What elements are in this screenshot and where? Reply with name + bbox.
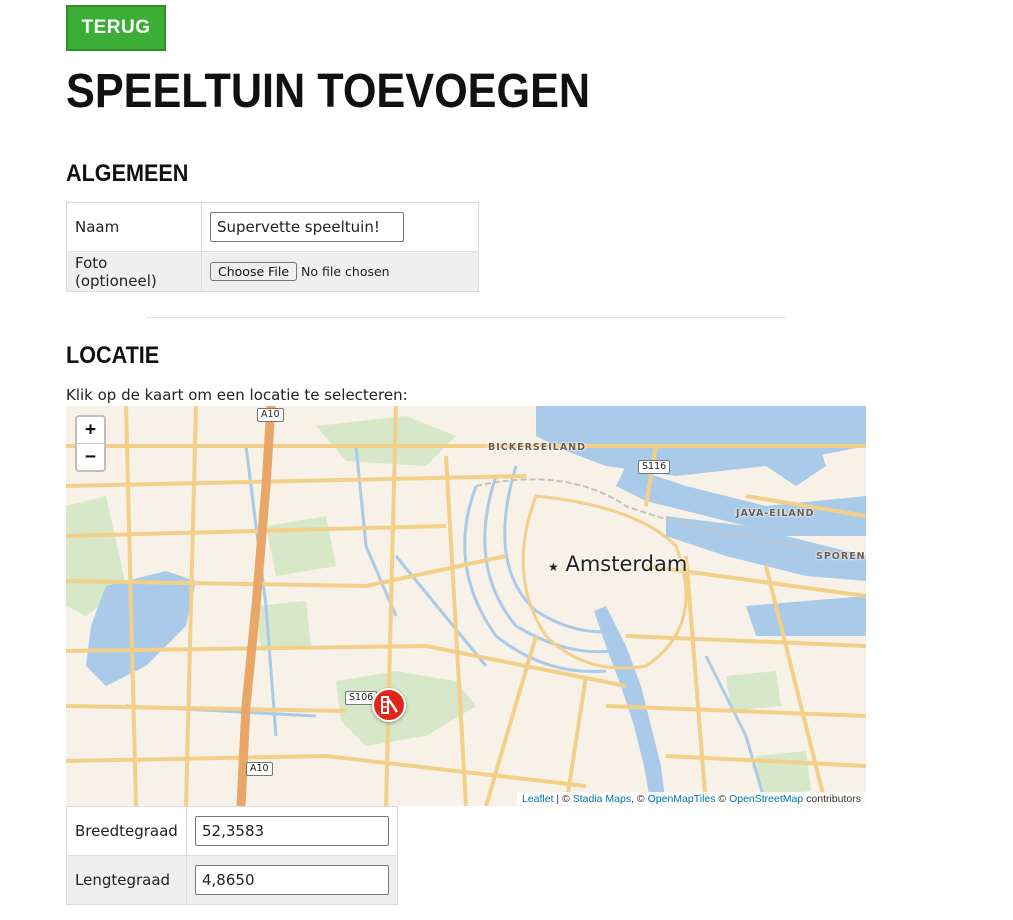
location-map[interactable]: A10 S116 S106 A10 BICKERSEILAND JAVA-EIL… (66, 406, 866, 806)
page-title: SPEELTUIN TOEVOEGEN (66, 65, 591, 118)
district-label-java-eiland: JAVA-EILAND (736, 508, 815, 519)
attrib-sep-2: , © (631, 793, 648, 805)
section-divider (146, 317, 786, 318)
road-shield-s116: S116 (638, 460, 671, 474)
openmaptiles-link[interactable]: OpenMapTiles (648, 793, 716, 805)
coordinates-table: Breedtegraad Lengtegraad (66, 806, 398, 905)
zoom-control: + − (75, 415, 106, 472)
city-name: Amsterdam (565, 552, 688, 576)
osm-link[interactable]: OpenStreetMap (729, 793, 803, 805)
name-label: Naam (66, 202, 202, 252)
playground-slide-icon (381, 696, 399, 714)
road-shield-a10-top: A10 (257, 408, 284, 422)
zoom-out-button[interactable]: − (77, 444, 104, 470)
attrib-sep-1: | © (553, 793, 573, 805)
choose-file-button[interactable]: Choose File (210, 262, 298, 281)
leaflet-link[interactable]: Leaflet (522, 793, 554, 805)
stadia-link[interactable]: Stadia Maps (573, 793, 631, 805)
attrib-sep-3: © (715, 793, 730, 805)
general-form-table: Naam Foto (optioneel) Choose FileNo file… (66, 202, 479, 292)
longitude-label: Lengtegraad (66, 855, 187, 905)
longitude-row: Lengtegraad (66, 855, 398, 905)
file-status: No file chosen (301, 264, 390, 279)
attrib-tail: contributors (803, 793, 861, 805)
section-heading-general: ALGEMEEN (66, 160, 189, 187)
map-attribution: Leaflet | © Stadia Maps, © OpenMapTiles … (516, 792, 866, 806)
location-marker[interactable] (372, 688, 406, 722)
section-heading-location: LOCATIE (66, 342, 160, 369)
district-label-bickerseiland: BICKERSEILAND (488, 442, 587, 453)
name-input[interactable] (210, 212, 404, 242)
map-hint: Klik op de kaart om een locatie te selec… (66, 386, 408, 404)
latitude-label: Breedtegraad (66, 806, 187, 856)
photo-label: Foto (optioneel) (66, 251, 202, 292)
back-button[interactable]: TERUG (66, 5, 166, 51)
name-cell (201, 202, 479, 252)
longitude-input[interactable] (195, 865, 389, 895)
longitude-cell (186, 855, 398, 905)
latitude-input[interactable] (195, 816, 389, 846)
photo-cell: Choose File No file chosen (201, 251, 479, 292)
city-star-icon: ★ (548, 560, 559, 574)
photo-row: Foto (optioneel) Choose File No file chos… (66, 251, 479, 292)
district-label-sporenburg: SPORENE (816, 551, 866, 562)
latitude-row: Breedtegraad (66, 806, 398, 856)
zoom-in-button[interactable]: + (77, 417, 104, 444)
city-label: ★ Amsterdam (548, 552, 687, 576)
name-row: Naam (66, 202, 479, 252)
map-tiles (66, 406, 866, 806)
latitude-cell (186, 806, 398, 856)
road-shield-a10-bottom: A10 (246, 762, 273, 776)
